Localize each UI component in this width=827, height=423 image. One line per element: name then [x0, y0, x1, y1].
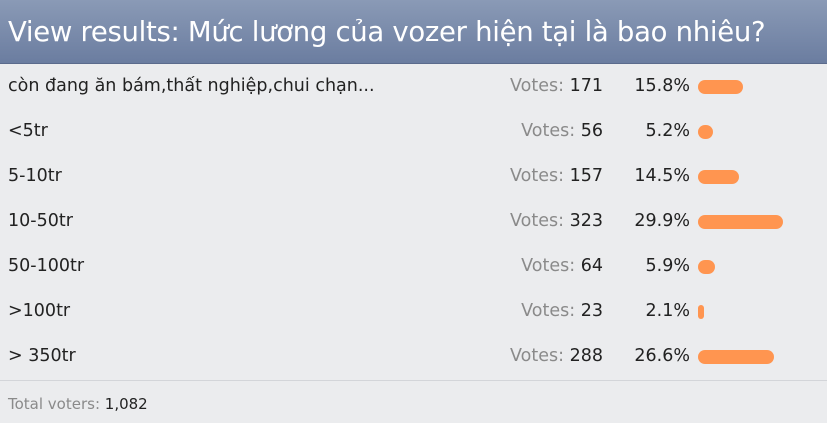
option-bar-fill	[698, 125, 713, 139]
poll-results-list: còn đang ăn bám,thất nghiệp,chui chạn...…	[0, 64, 827, 379]
votes-label: Votes:	[510, 211, 565, 231]
option-bar-fill	[698, 215, 783, 229]
votes-count: 23	[580, 301, 603, 321]
option-votes: Votes: 157	[510, 166, 603, 186]
votes-count: 171	[569, 76, 603, 96]
option-bar-fill	[698, 260, 715, 274]
option-bar-fill	[698, 170, 739, 184]
option-bar-track	[698, 215, 818, 229]
option-votes: Votes: 288	[510, 346, 603, 366]
option-percent: 29.9%	[634, 211, 690, 231]
option-label: 10-50tr	[8, 211, 73, 231]
option-bar-fill	[698, 305, 704, 319]
poll-header: View results: Mức lương của vozer hiện t…	[0, 0, 827, 64]
poll-footer: Total voters: 1,082	[0, 380, 827, 423]
option-label: còn đang ăn bám,thất nghiệp,chui chạn...	[8, 76, 375, 96]
votes-count: 288	[569, 346, 603, 366]
option-percent: 14.5%	[634, 166, 690, 186]
option-label: >100tr	[8, 301, 71, 321]
option-percent: 26.6%	[634, 346, 690, 366]
votes-label: Votes:	[521, 256, 576, 276]
option-bar-fill	[698, 350, 774, 364]
option-bar-track	[698, 305, 818, 319]
option-votes: Votes: 64	[521, 256, 603, 276]
votes-label: Votes:	[521, 121, 576, 141]
option-votes: Votes: 171	[510, 76, 603, 96]
votes-label: Votes:	[510, 166, 565, 186]
poll-option-row: 5-10tr Votes: 157 14.5%	[0, 154, 827, 199]
votes-count: 323	[569, 211, 603, 231]
votes-count: 56	[580, 121, 603, 141]
votes-label: Votes:	[521, 301, 576, 321]
option-votes: Votes: 23	[521, 301, 603, 321]
votes-label: Votes:	[510, 76, 565, 96]
poll-title: View results: Mức lương của vozer hiện t…	[8, 15, 766, 48]
option-label: 50-100tr	[8, 256, 85, 276]
option-percent: 2.1%	[645, 301, 690, 321]
option-percent: 5.2%	[645, 121, 690, 141]
poll-option-row: 50-100tr Votes: 64 5.9%	[0, 244, 827, 289]
option-label: <5tr	[8, 121, 48, 141]
option-votes: Votes: 56	[521, 121, 603, 141]
votes-label: Votes:	[510, 346, 565, 366]
option-votes: Votes: 323	[510, 211, 603, 231]
option-bar-track	[698, 260, 818, 274]
option-percent: 5.9%	[645, 256, 690, 276]
poll-option-row: còn đang ăn bám,thất nghiệp,chui chạn...…	[0, 64, 827, 109]
votes-count: 157	[569, 166, 603, 186]
option-label: > 350tr	[8, 346, 76, 366]
poll-option-row: > 350tr Votes: 288 26.6%	[0, 334, 827, 379]
option-label: 5-10tr	[8, 166, 62, 186]
poll-option-row: >100tr Votes: 23 2.1%	[0, 289, 827, 334]
option-bar-track	[698, 350, 818, 364]
poll-option-row: 10-50tr Votes: 323 29.9%	[0, 199, 827, 244]
option-bar-track	[698, 80, 818, 94]
option-percent: 15.8%	[634, 76, 690, 96]
votes-count: 64	[580, 256, 603, 276]
option-bar-track	[698, 170, 818, 184]
option-bar-track	[698, 125, 818, 139]
option-bar-fill	[698, 80, 743, 94]
poll-option-row: <5tr Votes: 56 5.2%	[0, 109, 827, 154]
total-voters-label: Total voters:	[8, 395, 100, 413]
total-voters-count: 1,082	[104, 395, 148, 413]
